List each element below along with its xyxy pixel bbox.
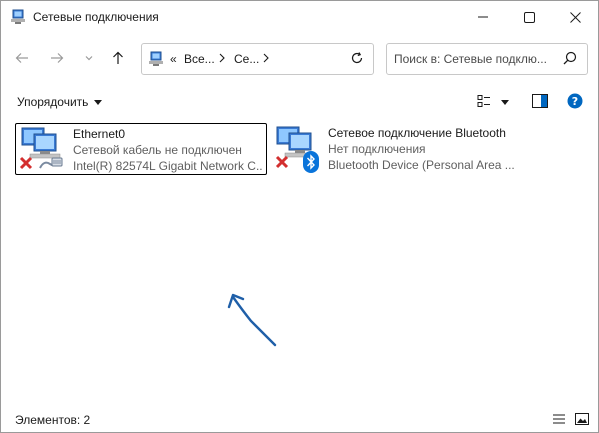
connection-status: Нет подключения <box>328 142 426 156</box>
network-location-icon <box>148 51 164 67</box>
pointer-arrow-icon <box>223 289 283 352</box>
caret-down-icon <box>94 95 103 109</box>
red-x-icon <box>275 155 289 172</box>
window-title: Сетевые подключения <box>33 10 159 24</box>
view-options-icon <box>477 94 491 111</box>
arrow-right-icon <box>50 51 64 68</box>
navigation-bar: « Все... Се... <box>1 41 598 77</box>
chevron-down-icon <box>84 52 94 66</box>
address-segment[interactable]: Все... <box>184 52 215 66</box>
details-view-icon <box>552 414 566 428</box>
connection-name: Ethernet0 <box>73 127 126 141</box>
connection-name: Сетевое подключение Bluetooth <box>328 126 506 140</box>
refresh-icon <box>350 51 364 68</box>
network-connections-app-icon <box>10 9 26 25</box>
help-icon: ? <box>567 93 583 112</box>
network-connections-window: Сетевые подключения « Все... Се... Поиск… <box>0 0 599 433</box>
forward-button[interactable] <box>45 47 69 71</box>
svg-text:?: ? <box>572 95 578 108</box>
change-view-button[interactable] <box>477 93 491 111</box>
connection-device: Bluetooth Device (Personal Area ... <box>328 158 515 172</box>
caret-down-icon <box>501 95 509 109</box>
close-icon <box>569 11 581 23</box>
minimize-icon <box>478 12 488 22</box>
title-bar[interactable]: Сетевые подключения <box>1 1 598 33</box>
ethernet-cable-icon <box>38 156 64 175</box>
chevron-right-icon[interactable] <box>262 52 270 67</box>
item-count: Элементов: 2 <box>15 413 91 427</box>
address-segment[interactable]: Се... <box>234 52 259 66</box>
search-input[interactable] <box>394 50 556 68</box>
address-bar[interactable]: « Все... Се... <box>141 43 374 75</box>
arrow-up-icon <box>111 51 125 68</box>
preview-pane-icon <box>532 93 548 111</box>
address-overflow[interactable]: « <box>170 52 177 66</box>
maximize-icon <box>523 11 535 23</box>
connection-item-ethernet0[interactable]: Ethernet0 Сетевой кабель не подключен In… <box>15 123 267 175</box>
connection-item-bluetooth[interactable]: Сетевое подключение Bluetooth Нет подклю… <box>271 123 531 173</box>
command-bar: Упорядочить ? <box>1 87 598 117</box>
bluetooth-icon <box>303 151 319 176</box>
organize-menu-button[interactable]: Упорядочить <box>17 95 103 109</box>
status-bar: Элементов: 2 <box>1 405 598 431</box>
red-x-icon <box>19 156 33 173</box>
large-icons-view-button[interactable] <box>575 413 589 428</box>
connections-list: Ethernet0 Сетевой кабель не подключен In… <box>1 119 598 403</box>
details-view-button[interactable] <box>552 413 566 428</box>
help-button[interactable]: ? <box>567 93 583 111</box>
close-button[interactable] <box>552 1 598 33</box>
preview-pane-button[interactable] <box>532 93 548 111</box>
view-options-dropdown[interactable] <box>501 93 509 111</box>
up-button[interactable] <box>106 47 130 71</box>
arrow-left-icon <box>15 51 29 68</box>
large-icons-view-icon <box>575 413 589 428</box>
search-box[interactable] <box>386 43 588 75</box>
minimize-button[interactable] <box>460 1 506 33</box>
connection-status: Сетевой кабель не подключен <box>73 143 242 157</box>
refresh-button[interactable] <box>348 50 366 68</box>
maximize-button[interactable] <box>506 1 552 33</box>
chevron-right-icon[interactable] <box>218 52 226 67</box>
recent-locations-button[interactable] <box>77 47 101 71</box>
back-button[interactable] <box>10 47 34 71</box>
search-icon[interactable] <box>563 51 577 68</box>
organize-label: Упорядочить <box>17 95 89 109</box>
connection-device: Intel(R) 82574L Gigabit Network C... <box>73 159 263 173</box>
